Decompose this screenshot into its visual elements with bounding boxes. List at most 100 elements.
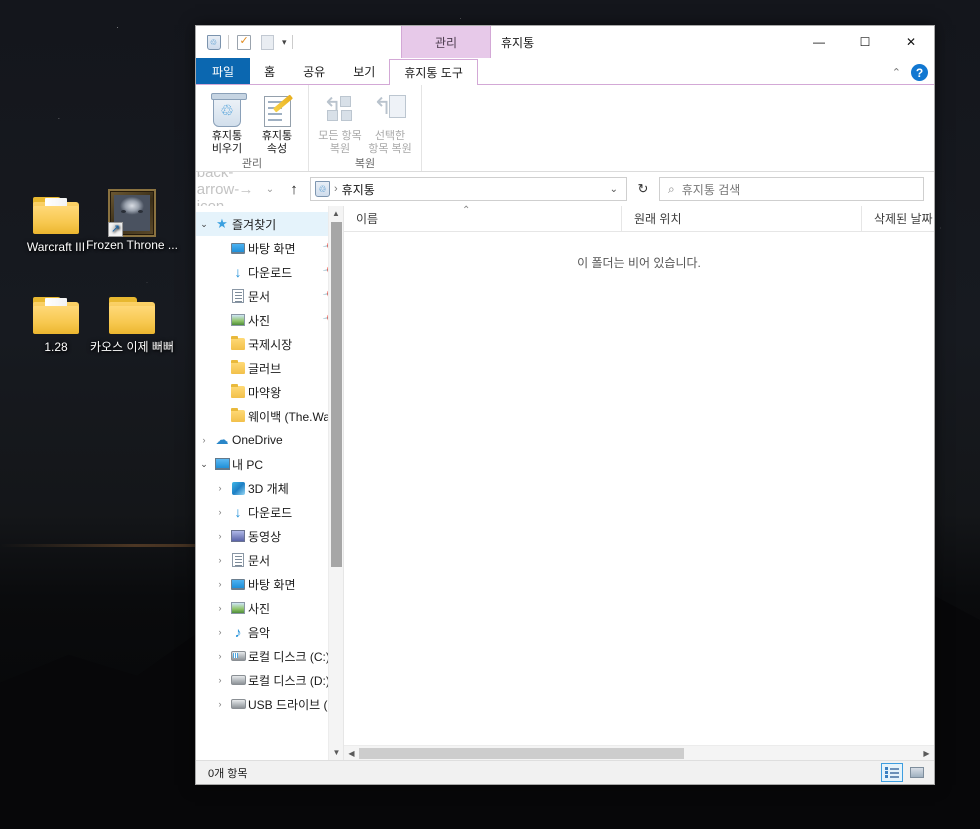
nav-item[interactable]: 국제시장 <box>196 332 343 356</box>
nav-item[interactable]: ⌄ 내 PC <box>196 452 343 476</box>
refresh-icon[interactable]: ↻ <box>631 177 655 201</box>
button-label-line1: 휴지통 <box>261 130 293 142</box>
nav-item[interactable]: › ↓ 다운로드 <box>196 500 343 524</box>
nav-item[interactable]: 사진📌 <box>196 308 343 332</box>
back-arrow-icon[interactable]: back-arrow-icon <box>197 164 240 215</box>
recycle-bin-icon[interactable]: ♲ <box>204 33 223 52</box>
column-header-original-location[interactable]: 원래 위치 <box>621 205 861 232</box>
tab-file[interactable]: 파일 <box>196 58 251 84</box>
videos-icon <box>228 530 248 542</box>
nav-item[interactable]: 글러브 <box>196 356 343 380</box>
chevron-closed-icon[interactable]: › <box>212 699 228 709</box>
tab-view[interactable]: 보기 <box>339 58 389 84</box>
forward-arrow-icon[interactable]: → <box>234 177 258 201</box>
folder-icon <box>228 408 248 422</box>
nav-item[interactable]: › 동영상 <box>196 524 343 548</box>
tab-share[interactable]: 공유 <box>289 58 339 84</box>
scroll-down-icon[interactable]: ▼ <box>329 745 343 760</box>
recycle-bin-icon: ♲ <box>315 181 330 197</box>
up-arrow-icon[interactable]: ↑ <box>282 177 306 201</box>
nav-item[interactable]: › USB 드라이브 (E <box>196 692 343 716</box>
maximize-button[interactable]: ☐ <box>842 26 888 58</box>
nav-item[interactable]: 문서📌 <box>196 284 343 308</box>
restore-selected-items-button[interactable]: ↰ 선택한 항목 복원 <box>365 89 415 156</box>
address-bar[interactable]: ♲ › 휴지통 ⌄ <box>310 177 627 201</box>
3d-objects-icon <box>228 481 248 495</box>
view-toggle-group <box>881 763 928 782</box>
chevron-closed-icon[interactable]: › <box>212 603 228 613</box>
recent-locations-chevron-icon[interactable]: ⌄ <box>262 177 278 201</box>
scrollbar-thumb[interactable] <box>331 222 342 567</box>
chevron-open-icon[interactable]: ⌄ <box>196 219 212 230</box>
chevron-closed-icon[interactable]: › <box>212 579 228 589</box>
pictures-icon <box>228 602 248 614</box>
horizontal-scrollbar[interactable]: ◀ ▶ <box>344 745 934 760</box>
chevron-closed-icon[interactable]: › <box>212 651 228 661</box>
ribbon: 휴지통 비우기 휴지통 속성 관리 <box>196 84 934 172</box>
chevron-closed-icon[interactable]: › <box>212 675 228 685</box>
desktop-icon-frozen-throne[interactable]: ↗ Frozen Throne ... <box>84 188 180 253</box>
nav-item[interactable]: ↓다운로드📌 <box>196 260 343 284</box>
scroll-left-icon[interactable]: ◀ <box>344 749 359 758</box>
folder-icon <box>228 336 248 350</box>
nav-item-label: 3D 개체 <box>248 481 289 496</box>
help-button[interactable]: ? <box>911 64 928 81</box>
recycle-bin-properties-button[interactable]: 휴지통 속성 <box>252 89 302 156</box>
ribbon-tabs: 파일 홈 공유 보기 휴지통 도구 ⌃ ? <box>196 58 934 85</box>
tab-home[interactable]: 홈 <box>250 58 289 84</box>
scroll-up-icon[interactable]: ▲ <box>329 206 343 221</box>
scroll-right-icon[interactable]: ▶ <box>919 749 934 758</box>
details-view-button[interactable] <box>881 763 903 782</box>
chevron-down-icon[interactable]: ⌄ <box>610 184 622 195</box>
nav-item[interactable]: › ☁ OneDrive <box>196 428 343 452</box>
documents-icon <box>228 553 248 567</box>
nav-item-label: 바탕 화면 <box>248 241 296 256</box>
restore-all-items-button[interactable]: ↰ 모든 항목 복원 <box>315 89 365 156</box>
divider <box>291 35 293 49</box>
nav-pane-scrollbar[interactable]: ▲ ▼ <box>328 206 343 760</box>
empty-recycle-bin-button[interactable]: 휴지통 비우기 <box>202 89 252 156</box>
nav-item[interactable]: ⌄ ★ 즐겨찾기 <box>196 212 343 236</box>
nav-item[interactable]: 마약왕 <box>196 380 343 404</box>
column-header-date-deleted[interactable]: 삭제된 날짜 <box>861 205 934 232</box>
nav-item[interactable]: 바탕 화면📌 <box>196 236 343 260</box>
column-header-name[interactable]: 이름 ⌃ <box>344 205 621 232</box>
collapse-ribbon-icon[interactable]: ⌃ <box>892 66 901 79</box>
navigation-pane: ⌄★즐겨찾기바탕 화면📌↓다운로드📌문서📌사진📌국제시장글러브마약왕웨이백 (T… <box>196 206 344 760</box>
nav-item[interactable]: › 문서 <box>196 548 343 572</box>
chevron-closed-icon[interactable]: › <box>212 507 228 517</box>
title-bar[interactable]: ♲ ▾ 관리 휴지통 — ☐ ✕ <box>196 26 934 58</box>
nav-item[interactable]: › 로컬 디스크 (C:) <box>196 644 343 668</box>
downloads-icon: ↓ <box>234 504 242 520</box>
column-label: 이름 <box>356 212 379 226</box>
chevron-down-icon[interactable]: ▾ <box>282 37 287 48</box>
divider <box>228 35 229 49</box>
tab-recycle-bin-tools[interactable]: 휴지통 도구 <box>389 59 478 85</box>
chevron-closed-icon[interactable]: › <box>212 627 228 637</box>
chevron-closed-icon[interactable]: › <box>212 483 228 493</box>
nav-item[interactable]: › 바탕 화면 <box>196 572 343 596</box>
desktop-icon-chaos[interactable]: 카오스 이제 뻐뻐 <box>84 290 180 355</box>
properties-icon[interactable] <box>234 33 253 52</box>
blank-tile-icon[interactable] <box>258 33 277 52</box>
nav-item[interactable]: › 사진 <box>196 596 343 620</box>
minimize-button[interactable]: — <box>796 26 842 58</box>
chevron-closed-icon[interactable]: › <box>212 531 228 541</box>
pictures-icon <box>228 314 248 326</box>
chevron-closed-icon[interactable]: › <box>196 435 212 445</box>
nav-item[interactable]: › 로컬 디스크 (D:) <box>196 668 343 692</box>
nav-item[interactable]: › ♪ 음악 <box>196 620 343 644</box>
chevron-open-icon[interactable]: ⌄ <box>196 459 212 470</box>
nav-item[interactable]: 웨이백 (The.Way) <box>196 404 343 428</box>
search-box[interactable]: ⌕ 휴지통 검색 <box>659 177 924 201</box>
this-pc-icon <box>212 458 232 470</box>
chevron-closed-icon[interactable]: › <box>212 555 228 565</box>
column-label: 원래 위치 <box>634 212 682 226</box>
scrollbar-thumb[interactable] <box>359 747 684 759</box>
nav-item[interactable]: › 3D 개체 <box>196 476 343 500</box>
close-button[interactable]: ✕ <box>888 26 934 58</box>
large-icons-view-button[interactable] <box>906 763 928 782</box>
breadcrumb-current[interactable]: 휴지통 <box>342 181 375 198</box>
search-icon: ⌕ <box>668 181 675 196</box>
drive-icon <box>228 699 248 709</box>
